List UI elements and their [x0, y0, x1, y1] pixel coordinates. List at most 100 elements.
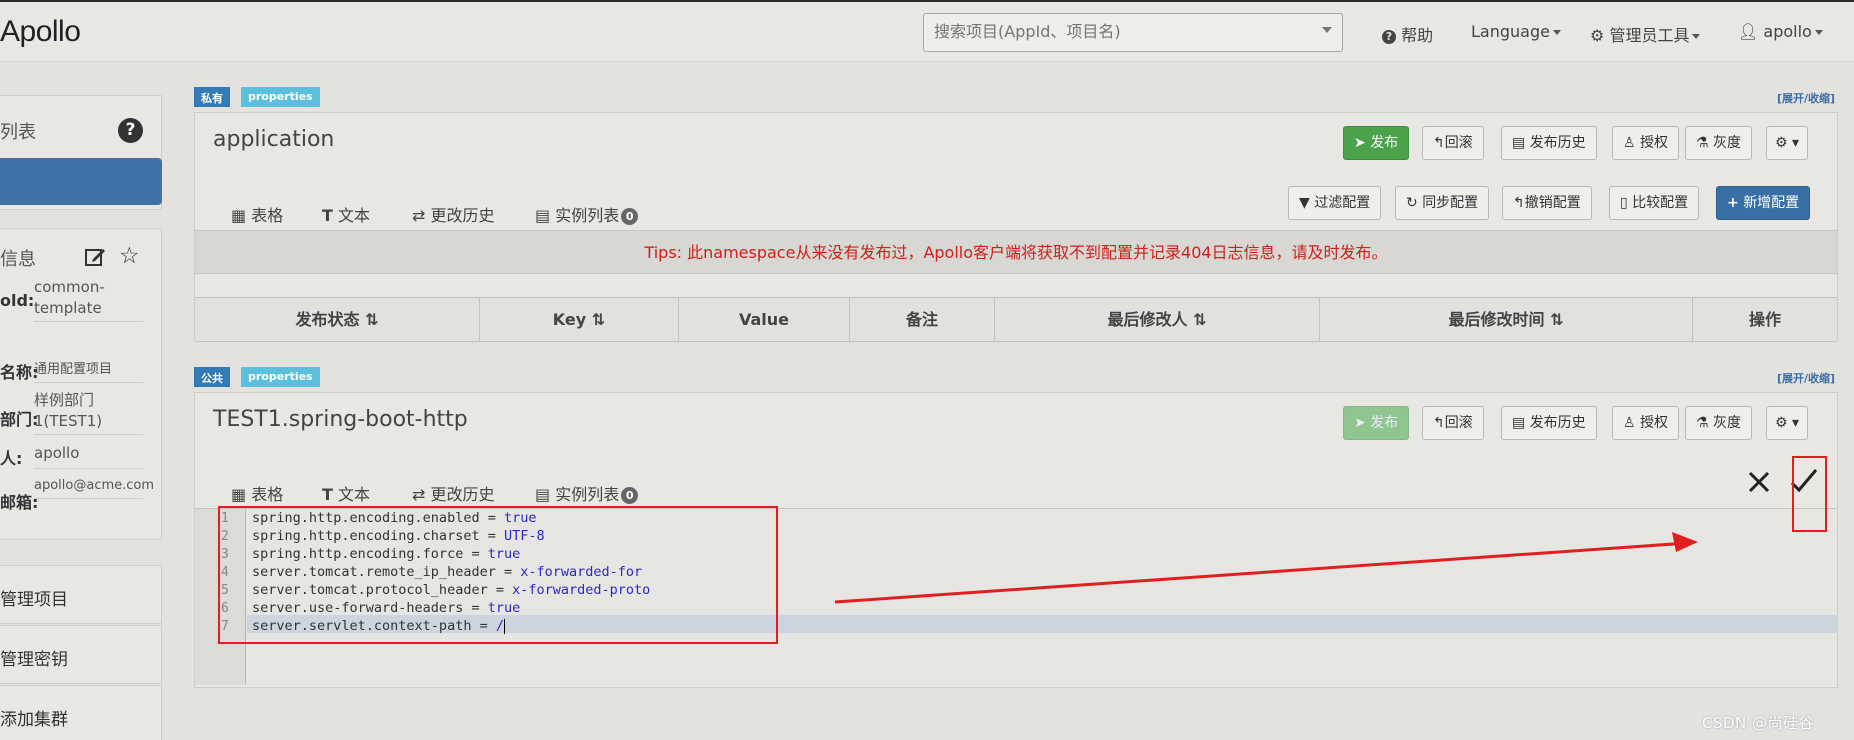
tab-table[interactable]: ▦ 表格 — [231, 202, 284, 233]
namespace-title: application — [213, 127, 335, 152]
calendar-icon: ▤ — [1512, 415, 1526, 431]
gray-release-button[interactable]: ⚗ 灰度 — [1685, 406, 1753, 440]
help-link[interactable]: ? 帮助 — [1382, 22, 1433, 46]
sort-icon: ⇅ — [365, 310, 379, 329]
info-title: 信息 — [0, 249, 36, 270]
rollback-button[interactable]: ↰回滚 — [1422, 126, 1484, 160]
project-list-box: 列表 ? — [0, 95, 162, 210]
filter-config-button[interactable]: ▼ 过滤配置 — [1288, 186, 1382, 220]
scope-badge: 公共 — [194, 367, 230, 387]
transfer-icon: ⇄ — [412, 206, 426, 225]
grant-button[interactable]: ♙ 授权 — [1612, 406, 1680, 440]
col-publish-status[interactable]: 发布状态 ⇅ — [195, 298, 480, 342]
add-config-button[interactable]: + 新增配置 — [1716, 186, 1811, 220]
revoke-config-button[interactable]: ↰撤销配置 — [1502, 186, 1592, 220]
sync-config-button[interactable]: ↻ 同步配置 — [1395, 186, 1490, 220]
language-dropdown[interactable]: Language — [1471, 22, 1561, 41]
list-title: 列表 — [0, 122, 36, 143]
namespace-title: TEST1.spring-boot-http — [213, 407, 468, 432]
sort-icon: ⇅ — [591, 310, 606, 329]
user-dropdown[interactable]: 👤︎ apollo — [1738, 22, 1823, 41]
text-icon: T — [322, 485, 333, 504]
caret-down-icon — [1814, 30, 1823, 35]
flask-icon: ⚗ — [1696, 415, 1709, 431]
annotation-arrow — [834, 532, 1698, 604]
user-icon: ♙ — [1623, 415, 1636, 431]
sidebar-link-manage-project[interactable]: 管理项目 — [0, 565, 162, 624]
send-icon: ➤ — [1354, 135, 1366, 151]
undo-icon: ↰ — [1513, 195, 1525, 211]
col-last-modifier[interactable]: 最后修改人 ⇅ — [995, 298, 1320, 342]
edit-icon[interactable] — [84, 246, 106, 268]
text-icon: T — [322, 206, 333, 225]
gear-icon: ⚙ — [1590, 26, 1605, 45]
compare-config-button[interactable]: ▯ 比较配置 — [1609, 186, 1700, 220]
col-value: Value — [679, 298, 850, 342]
release-history-button[interactable]: ▤ 发布历史 — [1501, 406, 1597, 440]
flask-icon: ⚗ — [1696, 135, 1709, 151]
col-key[interactable]: Key ⇅ — [480, 298, 679, 342]
tab-instance-list[interactable]: ▤ 实例列表 0 — [535, 202, 639, 226]
settings-dropdown-button[interactable]: ⚙ ▾ — [1766, 406, 1809, 440]
table-icon: ▦ — [231, 485, 247, 504]
question-circle-icon[interactable]: ? — [118, 118, 143, 143]
refresh-icon: ↻ — [1406, 195, 1418, 211]
namespace-panel-application: application ➤ 发布 ↰回滚 ▤ 发布历史 ♙ 授权 ⚗ 灰度 ⚙ … — [194, 112, 1838, 342]
star-icon[interactable]: ☆ — [119, 243, 140, 269]
publish-button[interactable]: ➤ 发布 — [1343, 126, 1410, 160]
caret-down-icon — [1552, 30, 1561, 35]
expand-collapse-link[interactable]: [展开/收缩] — [1777, 90, 1835, 106]
config-table-header: 发布状态 ⇅ Key ⇅ Value 备注 最后修改人 ⇅ 最后修改时间 ⇅ 操… — [195, 297, 1837, 342]
gear-icon: ⚙ — [1775, 415, 1788, 431]
release-history-button[interactable]: ▤ 发布历史 — [1501, 126, 1597, 160]
format-badge: properties — [241, 87, 320, 107]
tab-table[interactable]: ▦ 表格 — [231, 481, 283, 505]
search-input[interactable] — [934, 22, 1304, 41]
sort-icon: ⇅ — [1550, 310, 1564, 329]
gray-release-button[interactable]: ⚗ 灰度 — [1685, 126, 1753, 160]
instance-count-badge: 0 — [621, 208, 639, 225]
sidebar-link-add-cluster[interactable]: 添加集群 — [0, 685, 162, 740]
tab-change-history[interactable]: ⇄ 更改历史 — [412, 481, 495, 505]
top-navbar: Apollo ? 帮助 Language ⚙ 管理员工具 👤︎ apollo — [0, 0, 1854, 62]
app-logo[interactable]: Apollo — [0, 15, 81, 49]
col-last-modified-time[interactable]: 最后修改时间 ⇅ — [1320, 298, 1693, 342]
table-icon: ▦ — [231, 206, 247, 225]
cancel-edit-icon[interactable] — [1745, 468, 1773, 496]
calendar-icon: ▤ — [1512, 135, 1526, 151]
col-comment: 备注 — [850, 298, 995, 342]
unpublished-tip: Tips: 此namespace从来没有发布过，Apollo客户端将获取不到配置… — [195, 230, 1837, 274]
admin-tools-dropdown[interactable]: ⚙ 管理员工具 — [1590, 22, 1701, 46]
tab-text[interactable]: T 文本 — [322, 202, 370, 226]
watermark: CSDN @尚硅谷 — [1702, 714, 1815, 732]
caret-down-icon — [1692, 34, 1701, 39]
project-search[interactable] — [923, 13, 1343, 52]
caret-down-icon: ▾ — [1792, 415, 1800, 431]
list-icon: ▤ — [535, 485, 551, 504]
user-icon: ♙ — [1623, 135, 1636, 151]
tab-change-history[interactable]: ⇄ 更改历史 — [412, 202, 495, 226]
send-icon: ➤ — [1354, 415, 1366, 431]
expand-collapse-link[interactable]: [展开/收缩] — [1777, 370, 1835, 386]
transfer-icon: ⇄ — [412, 485, 426, 504]
annotation-box-code — [218, 506, 778, 644]
undo-icon: ↰ — [1433, 135, 1445, 151]
format-badge: properties — [241, 367, 320, 387]
question-circle-icon: ? — [1382, 29, 1396, 44]
user-icon: 👤︎ — [1738, 22, 1759, 41]
settings-dropdown-button[interactable]: ⚙ ▾ — [1766, 126, 1809, 160]
scope-badge: 私有 — [194, 87, 230, 107]
filter-icon: ▼ — [1299, 195, 1310, 211]
caret-down-icon: ▾ — [1792, 135, 1800, 151]
undo-icon: ↰ — [1433, 415, 1445, 431]
instance-count-badge: 0 — [621, 487, 639, 504]
file-icon: ▯ — [1620, 195, 1628, 211]
chevron-down-icon[interactable] — [1322, 27, 1332, 33]
sidebar-link-manage-secret[interactable]: 管理密钥 — [0, 625, 162, 684]
grant-button[interactable]: ♙ 授权 — [1612, 126, 1680, 160]
publish-button[interactable]: ➤ 发布 — [1343, 406, 1410, 440]
rollback-button[interactable]: ↰回滚 — [1422, 406, 1484, 440]
tab-instance-list[interactable]: ▤ 实例列表 0 — [535, 481, 639, 505]
selected-project-item[interactable] — [0, 158, 162, 205]
list-icon: ▤ — [535, 206, 551, 225]
